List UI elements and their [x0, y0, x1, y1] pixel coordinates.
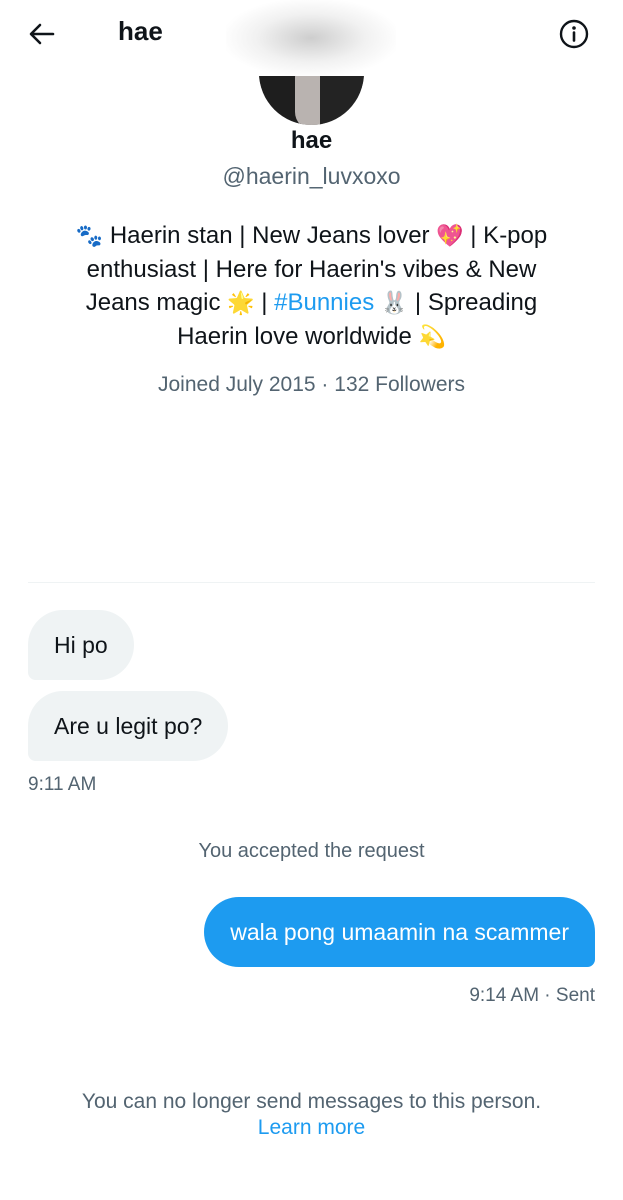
paw-prints-emoji: 🐾 — [75, 224, 104, 249]
header-title: hae — [118, 16, 163, 46]
incoming-message[interactable]: Hi po — [28, 610, 134, 680]
back-button[interactable] — [22, 14, 62, 54]
star-emoji: 🌟 — [227, 291, 255, 316]
profile-meta: Joined July 2015 · 132 Followers — [157, 373, 465, 396]
incoming-message[interactable]: Are u legit po? — [28, 691, 229, 761]
info-circle-icon — [559, 19, 589, 49]
outgoing-message[interactable]: wala pong umaamin na scammer — [204, 897, 595, 967]
info-button[interactable] — [554, 14, 594, 54]
bio-text-3: | — [254, 289, 275, 316]
profile-name: hae — [290, 127, 333, 154]
learn-more-link[interactable]: Learn more — [0, 1116, 623, 1140]
profile-bio: 🐾 Haerin stan | New Jeans lover 💖 | K-po… — [60, 219, 563, 354]
bio-text-4 — [374, 289, 381, 316]
bio-text-1: Haerin stan | New Jeans lover — [103, 222, 437, 249]
dizzy-emoji: 💫 — [418, 325, 446, 350]
avatar-blur — [226, 0, 396, 76]
incoming-timestamp: 9:11 AM — [28, 774, 97, 795]
divider — [28, 582, 595, 583]
cannot-message-notice: You can no longer send messages to this … — [81, 1090, 542, 1113]
bunny-emoji: 🐰 — [380, 291, 409, 316]
profile-handle[interactable]: @haerin_luvxoxo — [0, 163, 623, 190]
heart-emoji: 💖 — [436, 224, 464, 249]
hashtag-link[interactable]: #Bunnies — [274, 289, 374, 316]
request-accepted-notice: You accepted the request — [198, 840, 425, 862]
outgoing-timestamp: 9:14 AM · Sent — [469, 985, 595, 1006]
arrow-left-icon — [29, 23, 55, 45]
